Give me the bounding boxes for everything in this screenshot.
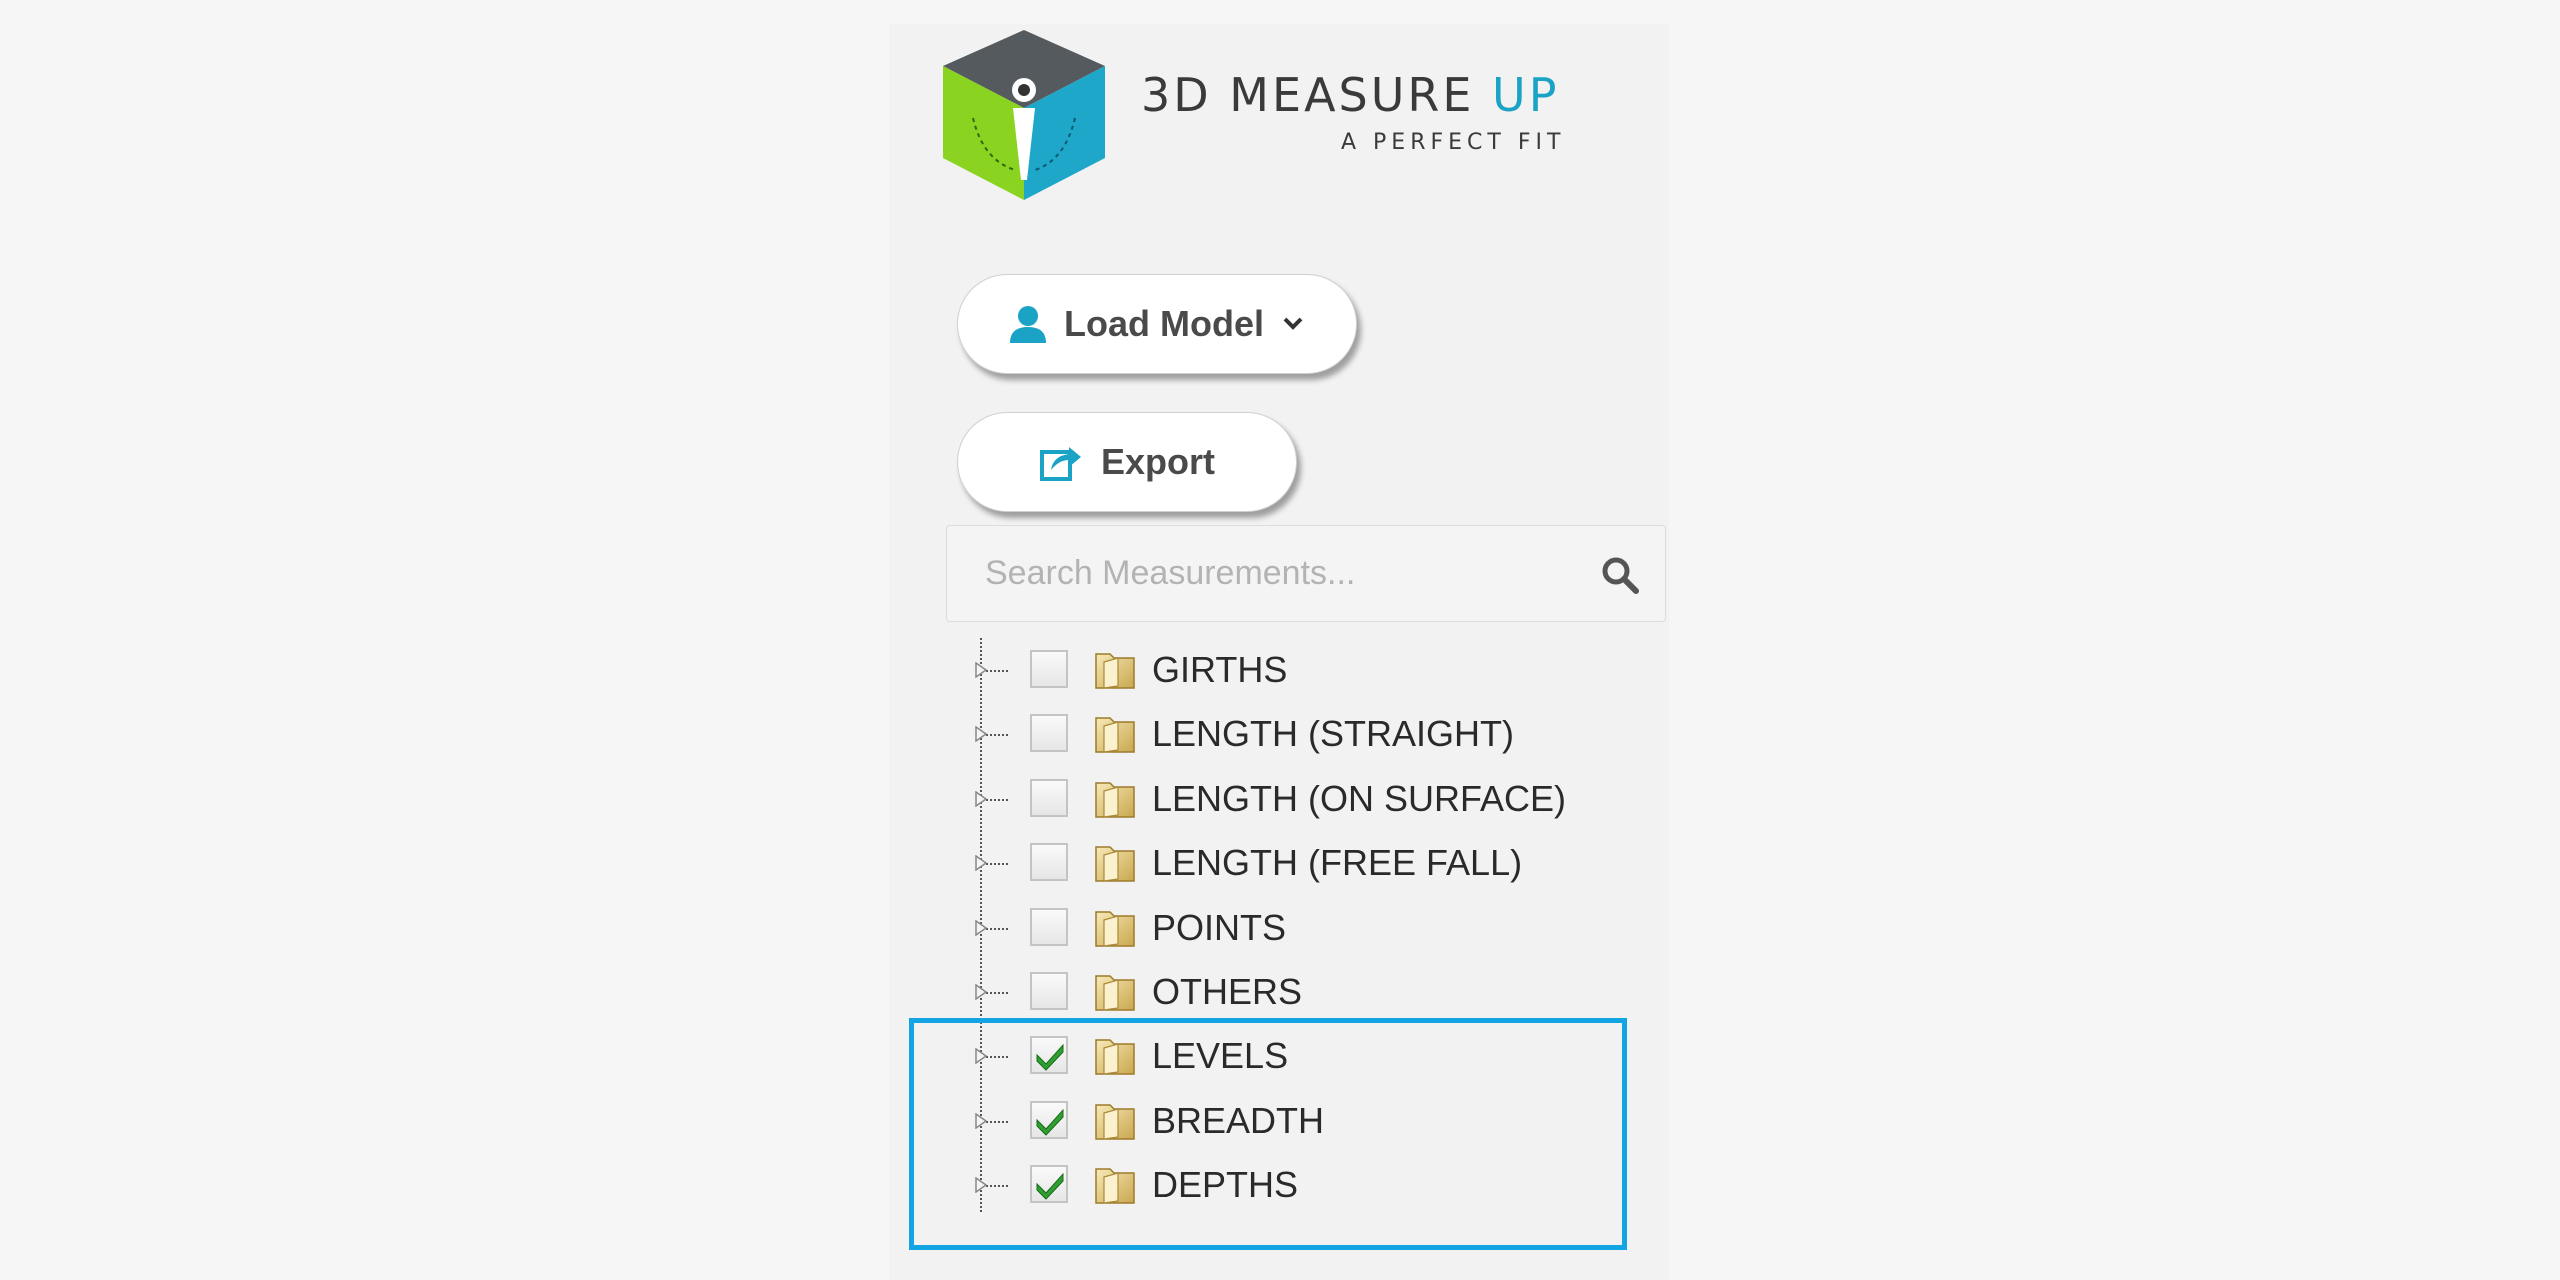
chevron-down-icon [1283,317,1303,330]
search-icon[interactable] [1601,556,1639,594]
expand-arrow-icon[interactable] [975,855,987,872]
tree-item[interactable]: LENGTH (ON SURFACE) [889,767,1589,831]
expand-arrow-icon[interactable] [975,1177,987,1194]
checkmark-icon [1036,1172,1064,1200]
sidebar-panel: 3D MEASURE UP A PERFECT FIT Load Model E… [889,24,1669,1280]
tree-item[interactable]: LEVELS [889,1024,1589,1088]
tree-item[interactable]: LENGTH (STRAIGHT) [889,702,1589,766]
tree-item[interactable]: OTHERS [889,960,1589,1024]
tree-item[interactable]: POINTS [889,896,1589,960]
tree-item-checkbox[interactable] [1030,1100,1068,1139]
tree-item-label[interactable]: LENGTH (ON SURFACE) [1152,779,1566,818]
tree-item[interactable]: GIRTHS [889,638,1589,702]
tree-item-checkbox[interactable] [1030,650,1068,688]
folder-icon [1094,906,1136,948]
tree-item-label[interactable]: DEPTHS [1152,1166,1298,1204]
tree-item-checkbox[interactable] [1030,1165,1068,1204]
tree-item[interactable]: LENGTH (FREE FALL) [889,831,1589,895]
tree-item[interactable]: BREADTH [889,1089,1589,1153]
tree-item-label[interactable]: LENGTH (STRAIGHT) [1152,715,1514,753]
folder-icon [1094,1034,1136,1076]
folder-icon [1094,777,1136,819]
expand-arrow-icon[interactable] [975,919,987,936]
expand-arrow-icon[interactable] [975,1048,987,1065]
checkmark-icon [1036,1044,1064,1072]
tree-item-checkbox[interactable] [1030,714,1068,753]
expand-arrow-icon[interactable] [975,790,987,807]
load-model-button[interactable]: Load Model [957,274,1357,374]
load-model-label: Load Model [1064,303,1264,344]
tree-item-checkbox[interactable] [1030,778,1068,817]
export-label: Export [1100,441,1215,482]
brand-tagline: A PERFECT FIT [1341,130,1566,155]
tree-item-checkbox[interactable] [1030,907,1068,946]
expand-arrow-icon[interactable] [975,984,987,1000]
folder-icon [1094,841,1136,883]
search-box [946,525,1666,622]
expand-arrow-icon[interactable] [975,1112,987,1129]
tree-item[interactable]: DEPTHS [889,1153,1589,1217]
folder-icon [1094,970,1136,1012]
tree-item-checkbox[interactable] [1030,1036,1068,1075]
tree-item-label[interactable]: BREADTH [1152,1101,1324,1140]
tree-item-checkbox[interactable] [1030,972,1068,1010]
expand-arrow-icon[interactable] [975,726,987,743]
tree-item-label[interactable]: GIRTHS [1152,651,1287,689]
checkmark-icon [1036,1108,1064,1136]
cube-logo-icon [943,30,1105,200]
expand-arrow-icon[interactable] [975,662,987,678]
brand-logo: 3D MEASURE UP A PERFECT FIT [943,30,1560,200]
search-input[interactable] [947,526,1567,621]
folder-icon [1094,712,1136,754]
brand-title: 3D MEASURE UP [1141,68,1560,122]
user-icon [1010,306,1046,343]
folder-icon [1094,648,1136,690]
tree-item-label[interactable]: LEVELS [1152,1037,1288,1075]
export-button[interactable]: Export [957,412,1297,512]
tree-item-label[interactable]: POINTS [1152,908,1286,947]
export-icon [1039,447,1081,481]
tree-item-label[interactable]: LENGTH (FREE FALL) [1152,844,1522,882]
measurement-tree: GIRTHS LENGTH (STRAIGHT) LENGTH (ON SURFAC… [889,638,1669,1238]
folder-icon [1094,1099,1136,1141]
folder-icon [1094,1163,1136,1205]
tree-item-label[interactable]: OTHERS [1152,973,1302,1011]
tree-item-checkbox[interactable] [1030,843,1068,882]
